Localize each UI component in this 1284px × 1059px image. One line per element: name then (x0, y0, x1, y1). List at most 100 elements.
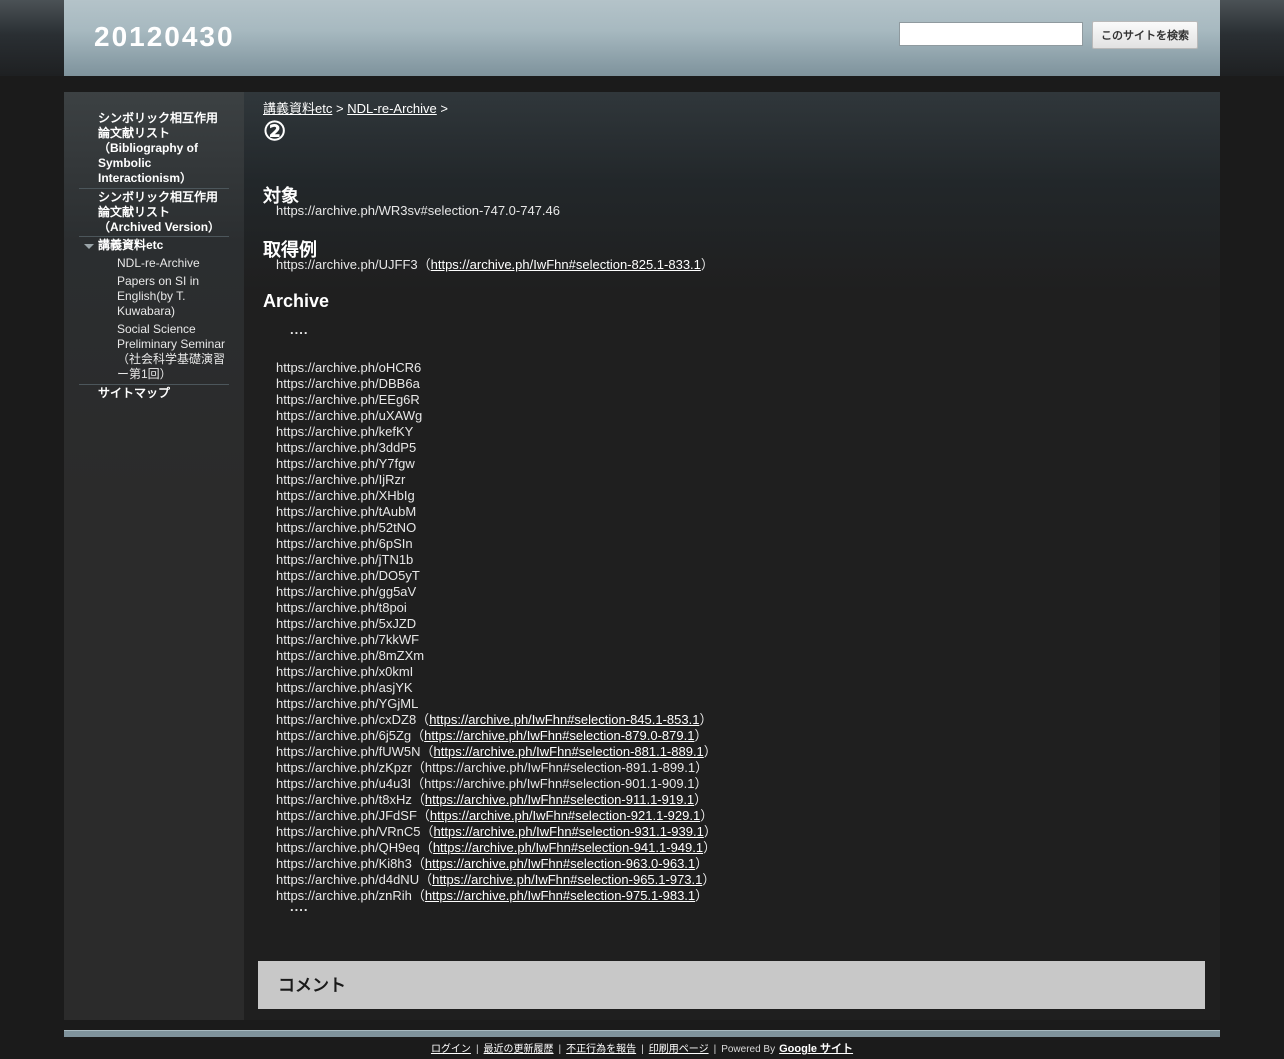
archive-selection-link[interactable]: https://archive.ph/IwFhn#selection-931.1… (434, 824, 704, 839)
archive-short-url: https://archive.ph/tAubM (276, 504, 417, 519)
archive-link-row: https://archive.ph/3ddP5 (276, 440, 717, 456)
archive-short-url: https://archive.ph/QH9eq (276, 840, 420, 855)
comments-title: コメント (278, 976, 346, 995)
archive-link-row: https://archive.ph/asjYK (276, 680, 717, 696)
archive-link-row: https://archive.ph/JFdSF（https://archive… (276, 808, 717, 824)
archive-link-row: https://archive.ph/DO5yT (276, 568, 717, 584)
breadcrumb-link-ndl-re-archive[interactable]: NDL-re-Archive (347, 101, 437, 116)
archive-short-url: https://archive.ph/kefKY (276, 424, 414, 439)
archive-link-row: https://archive.ph/8mZXm (276, 648, 717, 664)
archive-short-url: https://archive.ph/t8xHz (276, 792, 412, 807)
archive-link-row: https://archive.ph/u4u3I（https://archive… (276, 776, 717, 792)
sidebar-subitem-papers-on-si[interactable]: Papers on SI in English(by T. Kuwabara) (117, 274, 232, 319)
footer-report-abuse-link[interactable]: 不正行為を報告 (566, 1044, 636, 1055)
archive-link-row: https://archive.ph/kefKY (276, 424, 717, 440)
archive-short-url: https://archive.ph/zKpzr (276, 760, 412, 775)
footer-separator: | (641, 1044, 644, 1055)
archive-short-url: https://archive.ph/8mZXm (276, 648, 425, 663)
footer-print-page-link[interactable]: 印刷用ページ (649, 1044, 709, 1055)
ellipsis-dots: .... (290, 899, 309, 914)
archive-selection-link[interactable]: https://archive.ph/IwFhn#selection-963.0… (425, 856, 695, 871)
paren-close: ） (694, 792, 708, 807)
archive-selection-link[interactable]: https://archive.ph/IwFhn#selection-965.1… (432, 872, 702, 887)
expand-triangle-icon[interactable] (84, 244, 94, 249)
archive-selection-link[interactable]: https://archive.ph/IwFhn#selection-921.1… (430, 808, 700, 823)
breadcrumb-link-lecture-materials[interactable]: 講義資料etc (263, 101, 332, 116)
comments-section: コメント (258, 961, 1205, 1009)
example-selection-link[interactable]: https://archive.ph/IwFhn#selection-825.1… (431, 257, 701, 272)
archive-short-url: https://archive.ph/u4u3I (276, 776, 412, 791)
archive-selection-link[interactable]: https://archive.ph/IwFhn#selection-975.1… (425, 888, 695, 903)
target-url: https://archive.ph/WR3sv#selection-747.0… (276, 203, 560, 218)
paren-close: ） (695, 856, 709, 871)
archive-link-row: https://archive.ph/EEg6R (276, 392, 717, 408)
footer-recent-activity-link[interactable]: 最近の更新履歴 (484, 1044, 554, 1055)
archive-link-row: https://archive.ph/oHCR6 (276, 360, 717, 376)
site-title[interactable]: 20120430 (94, 21, 235, 53)
archive-selection-text: https://archive.ph/IwFhn#selection-901.1… (424, 776, 695, 791)
site-header: 20120430 このサイトを検索 (64, 0, 1220, 76)
archive-selection-link[interactable]: https://archive.ph/IwFhn#selection-881.1… (434, 744, 704, 759)
archive-short-url: https://archive.ph/fUW5N (276, 744, 421, 759)
sidebar-subitem-ndl-re-archive[interactable]: NDL-re-Archive (117, 256, 232, 271)
footer-separator: | (558, 1044, 562, 1055)
archive-short-url: https://archive.ph/DBB6a (276, 376, 420, 391)
archive-selection-link[interactable]: https://archive.ph/IwFhn#selection-845.1… (429, 712, 699, 727)
paren-close: ） (699, 712, 713, 727)
archive-short-url: https://archive.ph/6pSIn (276, 536, 413, 551)
sidebar-subitem-social-science-seminar[interactable]: Social Science Preliminary Seminar（社会科学基… (117, 322, 232, 382)
paren-open: （ (420, 744, 434, 759)
example-line: https://archive.ph/UJFF3（https://archive… (276, 257, 714, 273)
search-button[interactable]: このサイトを検索 (1092, 21, 1198, 49)
main-content: 講義資料etc > NDL-re-Archive > ② 対象 https://… (244, 92, 1220, 1020)
sidebar-item-lecture-materials[interactable]: 講義資料etc (98, 238, 228, 253)
archive-selection-link[interactable]: https://archive.ph/IwFhn#selection-879.0… (424, 728, 694, 743)
paren-close: ） (694, 776, 708, 791)
paren-close: ） (703, 824, 717, 839)
footer-separator: | (713, 1044, 717, 1055)
paren-open: （ (411, 792, 425, 807)
sidebar-item-sitemap[interactable]: サイトマップ (98, 386, 228, 401)
archive-link-row: https://archive.ph/52tNO (276, 520, 717, 536)
footer-login-link[interactable]: ログイン (431, 1044, 471, 1055)
archive-link-row: https://archive.ph/6pSIn (276, 536, 717, 552)
sidebar-divider (79, 236, 229, 237)
archive-link-row: https://archive.ph/5xJZD (276, 616, 717, 632)
paren-open: （ (416, 712, 430, 727)
archive-short-url: https://archive.ph/52tNO (276, 520, 417, 535)
ellipsis-dots: .... (290, 322, 309, 337)
footer-google-sites-link[interactable]: Google サイト (779, 1043, 853, 1055)
archive-selection-text: https://archive.ph/IwFhn#selection-891.1… (424, 760, 696, 775)
paren-close: ） (703, 840, 717, 855)
archive-link-row: https://archive.ph/6j5Zg（https://archive… (276, 728, 717, 744)
archive-link-row: https://archive.ph/tAubM (276, 504, 717, 520)
sidebar-item-bibliography[interactable]: シンボリック相互作用論文献リスト（Bibliography of Symboli… (98, 111, 228, 186)
paren-open: （ (411, 888, 425, 903)
archive-selection-link[interactable]: https://archive.ph/IwFhn#selection-941.1… (433, 840, 703, 855)
paren-open: （ (411, 728, 425, 743)
archive-short-url: https://archive.ph/5xJZD (276, 616, 417, 631)
archive-link-row: https://archive.ph/YGjML (276, 696, 717, 712)
paren-close: ） (694, 728, 708, 743)
archive-link-row: https://archive.ph/uXAWg (276, 408, 717, 424)
archive-short-url: https://archive.ph/d4dNU (276, 872, 420, 887)
archive-short-url: https://archive.ph/3ddP5 (276, 440, 417, 455)
footer-powered-by: Powered By (721, 1044, 776, 1055)
sidebar-item-archived-version[interactable]: シンボリック相互作用論文献リスト（Archived Version） (98, 190, 228, 235)
archive-short-url: https://archive.ph/asjYK (276, 680, 413, 695)
archive-link-row: https://archive.ph/x0kmI (276, 664, 717, 680)
paren-open: （ (419, 840, 433, 855)
archive-link-list: https://archive.ph/oHCR6 https://archive.… (276, 360, 717, 904)
archive-link-row: https://archive.ph/XHbIg (276, 488, 717, 504)
archive-link-row: https://archive.ph/DBB6a (276, 376, 717, 392)
archive-short-url: https://archive.ph/VRnC5 (276, 824, 421, 839)
archive-link-row: https://archive.ph/fUW5N（https://archive… (276, 744, 717, 760)
archive-short-url: https://archive.ph/JFdSF (276, 808, 417, 823)
archive-short-url: https://archive.ph/EEg6R (276, 392, 420, 407)
archive-selection-link[interactable]: https://archive.ph/IwFhn#selection-911.1… (425, 792, 694, 807)
paren-close: ） (703, 744, 717, 759)
search-input[interactable] (899, 22, 1083, 46)
paren-open: （ (419, 872, 433, 887)
paren-close: ） (695, 760, 709, 775)
archive-link-row: https://archive.ph/cxDZ8（https://archive… (276, 712, 717, 728)
